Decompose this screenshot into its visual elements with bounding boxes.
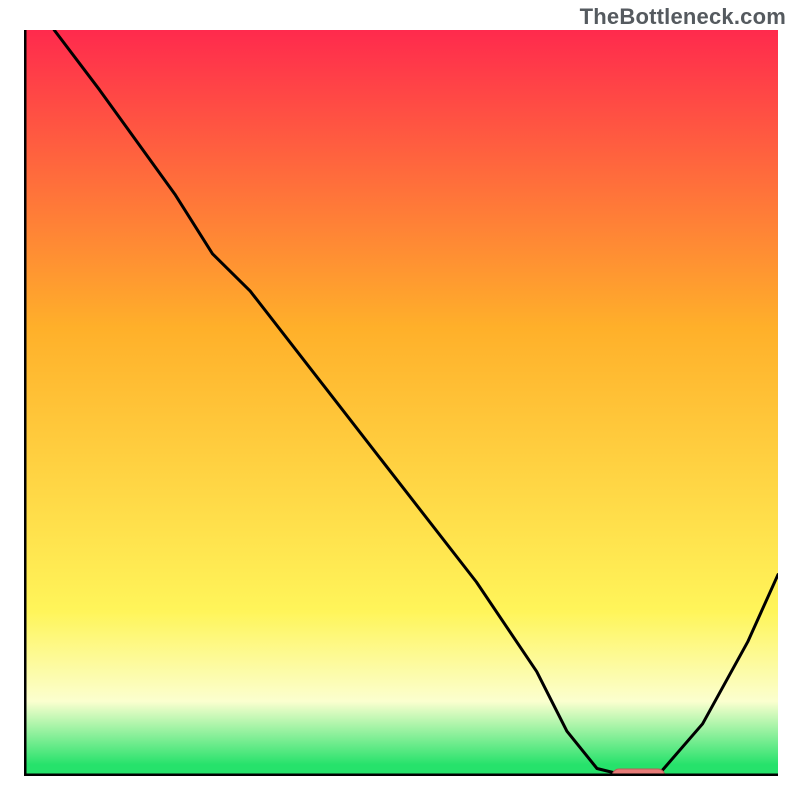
watermark-text: TheBottleneck.com: [580, 4, 786, 30]
chart-svg: [24, 30, 778, 776]
chart-plot: [24, 30, 778, 776]
